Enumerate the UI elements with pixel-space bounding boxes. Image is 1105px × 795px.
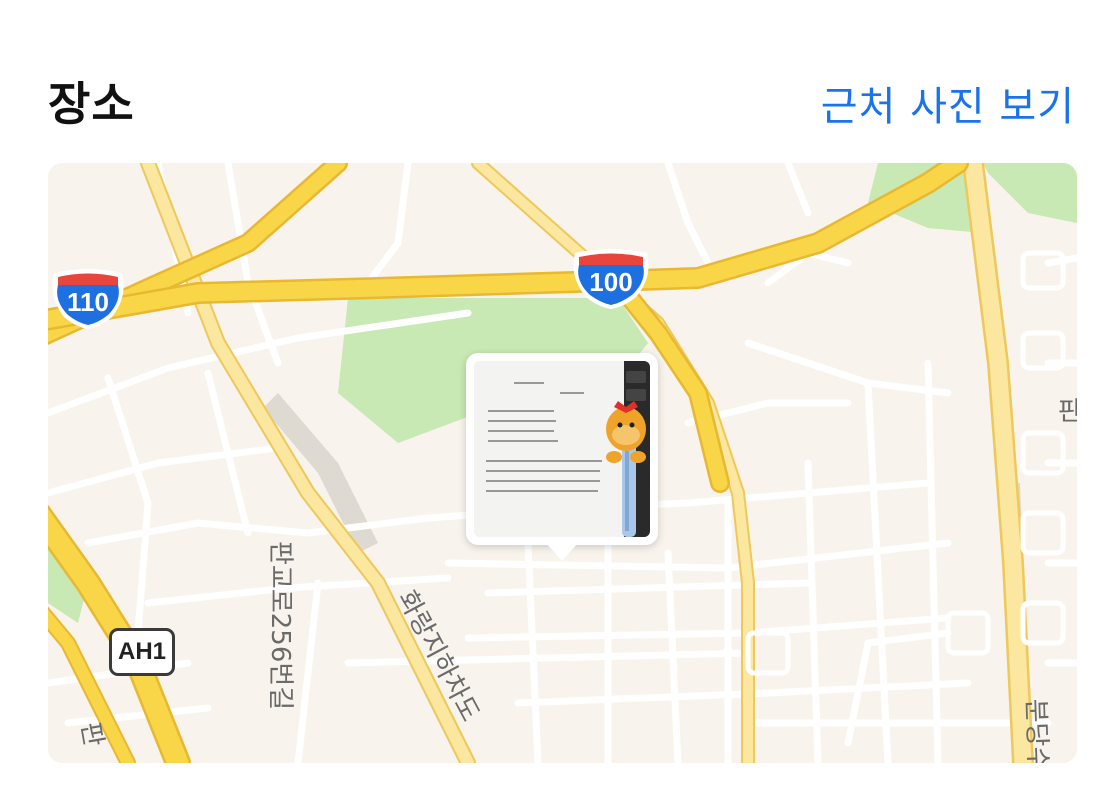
ah1-route-badge: AH1	[109, 628, 175, 676]
photo-location-pin[interactable]	[466, 353, 658, 561]
road-label-pan-right: 판	[1058, 397, 1077, 427]
shield-number: 110	[67, 287, 109, 317]
section-title: 장소	[48, 77, 135, 131]
road-label-pangyo-256: 판교로256번길	[265, 541, 295, 711]
photo-thumbnail[interactable]	[474, 361, 650, 537]
interstate-100-shield: 100	[569, 247, 653, 311]
map-view[interactable]: 110 100 AH1 판교로256번길 화랑지하차도 판 분당수 판	[48, 163, 1077, 763]
interstate-110-shield: 110	[48, 267, 128, 331]
photo-image	[474, 361, 650, 537]
places-header: 장소 근처 사진 보기	[48, 64, 1075, 134]
shield-number: 100	[589, 267, 633, 297]
nearby-photos-link[interactable]: 근처 사진 보기	[821, 74, 1075, 132]
road-label-bundang-su: 분당수	[1020, 698, 1053, 763]
pin-tail	[546, 543, 578, 561]
